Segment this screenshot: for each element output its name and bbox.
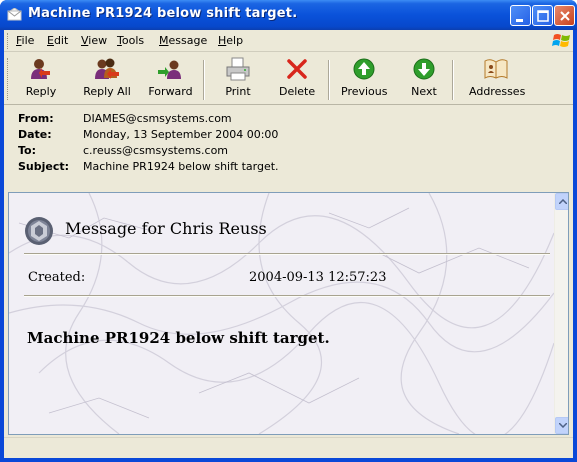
- menu-edit[interactable]: Edit: [47, 34, 68, 47]
- created-value: 2004-09-13 12:57:23: [249, 270, 387, 285]
- delete-button[interactable]: Delete: [279, 57, 315, 103]
- divider: [24, 295, 550, 297]
- message-body-text: Machine PR1924 below shift target.: [27, 329, 330, 347]
- next-button[interactable]: Next: [409, 57, 439, 103]
- maximize-button[interactable]: [532, 5, 553, 26]
- reply-button[interactable]: Reply: [24, 57, 58, 103]
- divider: [24, 253, 550, 255]
- reply-all-button[interactable]: Reply All: [83, 57, 131, 103]
- delete-label: Delete: [279, 85, 316, 98]
- reply-icon: [31, 59, 50, 79]
- created-label: Created:: [28, 270, 86, 285]
- envelope-icon: [7, 8, 22, 21]
- forward-label: Forward: [148, 85, 193, 98]
- scroll-up-button[interactable]: [555, 193, 568, 210]
- chevron-up-icon: [559, 199, 567, 204]
- to-value: c.reuss@csmsystems.com: [83, 144, 229, 157]
- next-label: Next: [411, 85, 437, 98]
- message-window: Machine PR1924 below shift target. File …: [0, 0, 577, 462]
- to-label: To:: [18, 144, 36, 157]
- menu-message[interactable]: Message: [159, 34, 207, 47]
- print-label: Print: [225, 85, 251, 98]
- arrow-down-icon: [413, 58, 435, 80]
- from-label: From:: [18, 112, 54, 125]
- title-bar[interactable]: Machine PR1924 below shift target.: [0, 0, 577, 30]
- status-bar: [4, 437, 573, 458]
- menu-view[interactable]: View: [81, 34, 107, 47]
- csm-logo-icon: [25, 217, 53, 245]
- printer-icon: [226, 57, 250, 81]
- address-book-icon: [484, 59, 508, 79]
- arrow-up-icon: [353, 58, 375, 80]
- toolbar-grip[interactable]: [7, 58, 10, 100]
- toolbar-separator: [328, 60, 330, 100]
- scroll-down-button[interactable]: [555, 417, 568, 434]
- toolbar: Reply Reply All Forward Print Delete Pre…: [4, 53, 573, 105]
- menu-help[interactable]: Help: [218, 34, 243, 47]
- from-value: DIAMES@csmsystems.com: [83, 112, 232, 125]
- reply-all-icon: [95, 58, 119, 79]
- message-headers: From: DIAMES@csmsystems.com Date: Monday…: [4, 106, 573, 192]
- message-body-pane[interactable]: Message for Chris Reuss Created: 2004-09…: [8, 192, 569, 435]
- menu-tools[interactable]: Tools: [117, 34, 144, 47]
- forward-button[interactable]: Forward: [148, 57, 193, 103]
- addresses-button[interactable]: Addresses: [469, 57, 526, 103]
- previous-button[interactable]: Previous: [341, 57, 388, 103]
- forward-icon: [157, 60, 181, 79]
- message-content: Message for Chris Reuss Created: 2004-09…: [9, 193, 554, 434]
- date-value: Monday, 13 September 2004 00:00: [83, 128, 279, 141]
- client-area: File Edit View Tools Message Help Reply …: [4, 30, 573, 458]
- minimize-icon: [516, 19, 523, 22]
- subject-label: Subject:: [18, 160, 70, 173]
- menu-file[interactable]: File: [16, 34, 34, 47]
- date-label: Date:: [18, 128, 52, 141]
- print-button[interactable]: Print: [223, 57, 253, 103]
- windows-logo-icon: [552, 34, 570, 47]
- delete-icon: [287, 59, 307, 79]
- window-title: Machine PR1924 below shift target.: [28, 6, 298, 21]
- previous-label: Previous: [341, 85, 388, 98]
- maximize-icon: [537, 10, 549, 22]
- subject-value: Machine PR1924 below shift target.: [83, 160, 279, 173]
- vertical-scrollbar[interactable]: [554, 193, 568, 434]
- reply-label: Reply: [25, 85, 57, 98]
- menu-grip[interactable]: [7, 33, 10, 49]
- menu-bar: File Edit View Tools Message Help: [4, 30, 573, 52]
- chevron-down-icon: [559, 423, 567, 428]
- close-button[interactable]: [554, 5, 575, 26]
- message-heading: Message for Chris Reuss: [65, 219, 267, 238]
- toolbar-separator: [203, 60, 205, 100]
- toolbar-separator: [452, 60, 454, 100]
- reply-all-label: Reply All: [83, 85, 131, 98]
- minimize-button[interactable]: [510, 5, 531, 26]
- close-icon: [560, 11, 570, 21]
- addresses-label: Addresses: [469, 85, 526, 98]
